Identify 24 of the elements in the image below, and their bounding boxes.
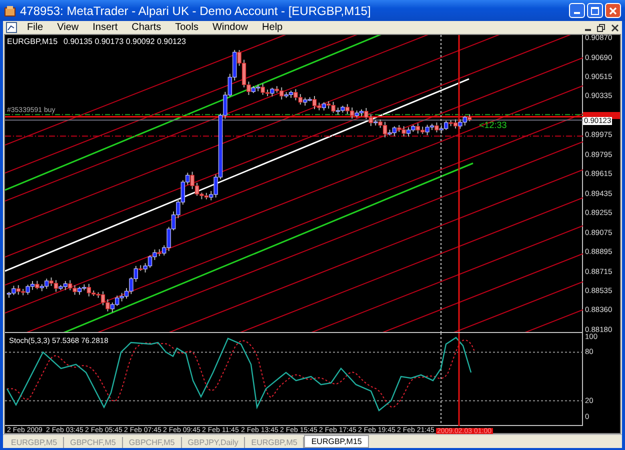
window-title: 478953: MetaTrader - Alpari UK - Demo Account - [EURGBP,M15] — [20, 2, 372, 20]
symbol-label: EURGBP,M15 — [7, 36, 58, 48]
menu-item[interactable]: Help — [255, 20, 290, 35]
minimize-icon — [585, 29, 591, 31]
restore-button[interactable] — [594, 24, 608, 32]
menu-item[interactable]: File — [20, 20, 50, 35]
maximize-icon — [591, 6, 599, 14]
menu-item[interactable]: Charts — [124, 20, 168, 35]
ask-price-marker — [583, 112, 620, 119]
close-icon — [609, 6, 617, 14]
candle-timer: <12:33 — [479, 119, 507, 132]
maximize-button[interactable] — [587, 3, 603, 18]
menu-item[interactable]: View — [50, 20, 86, 35]
menu-item[interactable]: Window — [205, 20, 256, 35]
menu-item[interactable]: Tools — [168, 20, 206, 35]
close-button[interactable] — [605, 3, 621, 18]
chart-window-icon — [6, 22, 17, 33]
minimize-button[interactable] — [569, 3, 585, 18]
chart-tab[interactable]: EURGBP,M15 — [304, 435, 369, 448]
app-icon — [4, 4, 16, 16]
ohlc-values: 0.90135 0.90173 0.90092 0.90123 — [64, 36, 186, 48]
restore-icon — [597, 24, 605, 32]
close-icon — [611, 24, 619, 32]
menu-item[interactable]: Insert — [86, 20, 125, 35]
